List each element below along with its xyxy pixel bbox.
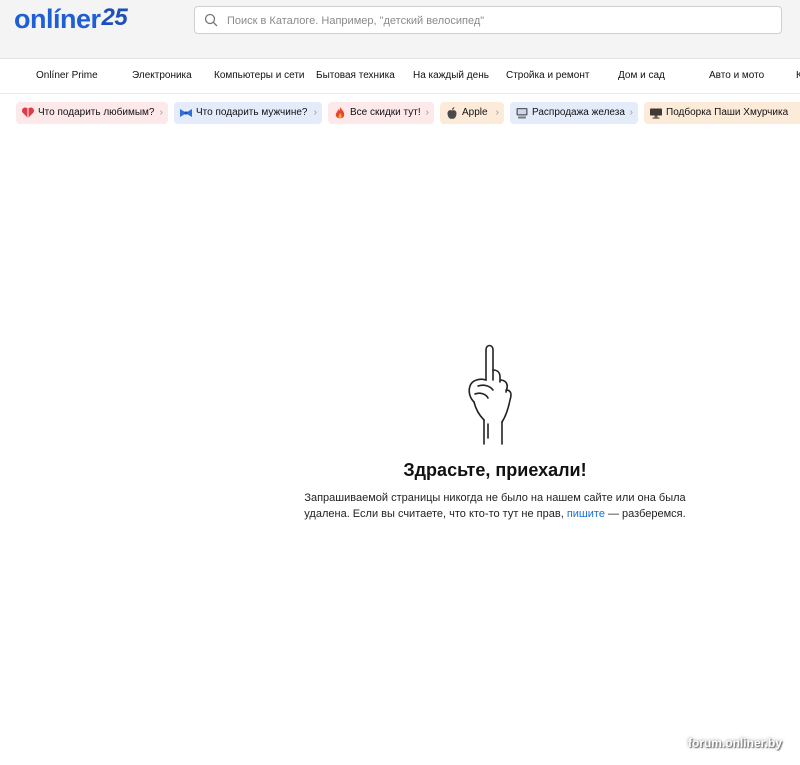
chip-label: Что подарить любимым? [38,107,155,118]
nav-item-prime[interactable]: Onlíner Prime [36,70,98,81]
chevron-right-icon: › [495,107,499,118]
chevron-right-icon: › [159,107,163,118]
nav-item-computers[interactable]: Компьютеры и сети [214,70,304,81]
fire-icon [335,107,345,119]
apple-icon [447,107,457,119]
nav-item-construction[interactable]: Стройка и ремонт [506,70,589,81]
chip-label: Что подарить мужчине? [196,107,308,118]
chip-pasha-selection[interactable]: Подборка Паши Хмурчика [644,102,800,124]
onliner-logo[interactable]: onlíner25 [14,4,128,35]
chip-label: Все скидки тут! [350,107,421,118]
heart-gift-icon [21,107,35,118]
nav-item-more[interactable]: К [796,70,800,81]
error-title: Здрасьте, приехали! [403,460,587,480]
bow-tie-icon [180,109,192,117]
chip-hardware-sale[interactable]: Распродажа железа › [510,102,638,124]
chip-label: Apple [462,107,488,118]
logo-text: onlíner [14,4,101,34]
monitor-icon [650,108,662,119]
search-icon [204,13,218,27]
chip-gifts-men[interactable]: Что подарить мужчине? › [174,102,322,124]
chevron-right-icon: › [629,107,633,118]
nav-item-home-garden[interactable]: Дом и сад [618,70,665,81]
error-message-tail: — разберемся. [604,508,686,520]
chevron-right-icon: › [425,107,429,118]
catalog-nav: Onlíner Prime Электроника Компьютеры и с… [0,58,800,94]
search-input[interactable] [225,9,769,33]
chip-apple[interactable]: Apple › [440,102,504,124]
promo-chips: Что подарить любимым? › Что подарить муж… [0,102,800,126]
chip-label: Подборка Паши Хмурчика [666,107,789,118]
catalog-search[interactable] [194,6,782,34]
chevron-right-icon: › [313,107,317,118]
chip-label: Распродажа железа [532,107,625,118]
chip-all-discounts[interactable]: Все скидки тут! › [328,102,434,124]
chip-gifts-loved[interactable]: Что подарить любимым? › [16,102,168,124]
forum-watermark: forum.onliner.by [687,736,782,750]
computer-icon [516,108,528,119]
nav-item-everyday[interactable]: На каждый день [413,70,489,81]
nav-item-appliances[interactable]: Бытовая техника [316,70,395,81]
header: onlíner25 [0,0,800,58]
contact-link[interactable]: пишите [567,508,605,520]
nav-item-electronics[interactable]: Электроника [132,70,192,81]
error-message: Запрашиваемой страницы никогда не было н… [290,490,700,522]
middle-finger-illustration [468,344,512,445]
logo-anniversary-number: 25 [101,4,128,31]
nav-item-auto-moto[interactable]: Авто и мото [709,70,764,81]
